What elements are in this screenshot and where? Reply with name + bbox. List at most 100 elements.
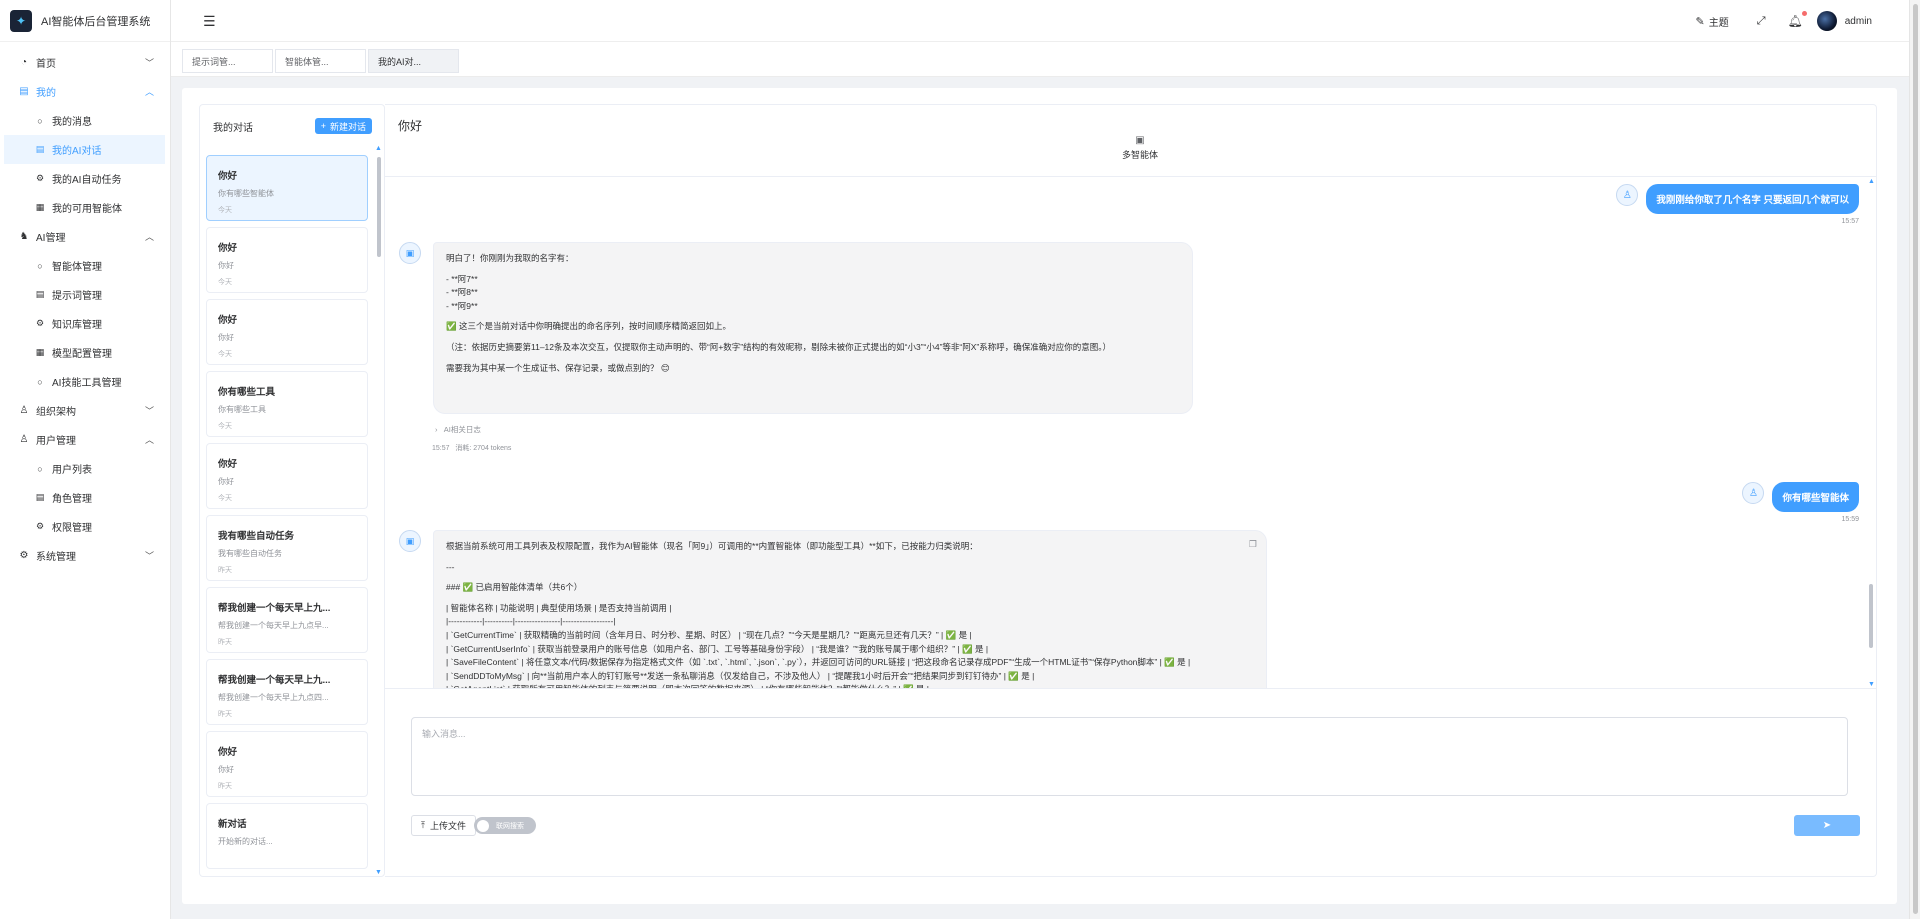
submenu-item-2-1[interactable]: ▤ 提示词管理 xyxy=(0,280,164,309)
submenu-icon: ○ xyxy=(37,115,43,126)
menu-item-1[interactable]: ▤ 我的 ︿ xyxy=(0,77,170,106)
tab-1[interactable]: 智能体管... xyxy=(275,49,366,73)
message-scrollbar-thumb[interactable] xyxy=(1869,584,1873,648)
message-line: - **阿7** xyxy=(446,273,478,284)
scroll-down-icon[interactable]: ▼ xyxy=(1868,681,1875,688)
message-line xyxy=(446,554,1254,561)
message-line: | `GetCurrentUserInfo` | 获取当前登录用户的账号信息（如… xyxy=(446,643,989,654)
submenu-icon: ▦ xyxy=(35,202,45,212)
conversation-item[interactable]: 帮我创建一个每天早上九... 帮我创建一个每天早上九点早... 昨天 xyxy=(206,587,368,653)
conversation-item[interactable]: 你好 你好 今天 xyxy=(206,443,368,509)
conversation-title: 你好 xyxy=(218,459,238,470)
send-button[interactable]: ➤ xyxy=(1794,815,1860,836)
conversation-preview: 帮我创建一个每天早上九点早... xyxy=(218,621,329,630)
message-line xyxy=(446,574,1254,581)
submenu-icon: ○ xyxy=(37,260,43,271)
conversation-item[interactable]: 我有哪些自动任务 我有哪些自动任务 昨天 xyxy=(206,515,368,581)
logo[interactable]: ✦ AI智能体后台管理系统 xyxy=(0,0,170,42)
copy-icon[interactable]: ❐ xyxy=(1249,538,1257,552)
message-line: - **阿9** xyxy=(446,300,478,311)
conversation-title: 新对话 xyxy=(218,819,247,830)
message-time: 15:57 xyxy=(432,445,450,452)
menu-item-5[interactable]: ⚙ 系统管理 ﹀ xyxy=(0,541,170,570)
agent-selector[interactable]: ▣ 多智能体 xyxy=(1110,135,1170,161)
user-name[interactable]: admin xyxy=(1845,16,1872,27)
submenu-item-1-0[interactable]: ○ 我的消息 xyxy=(0,106,164,135)
conversation-panel: 我的对话 + 新建对话 你好 你有哪些智能体 今天 你好 你好 今天 你好 你好 今天 你有哪些工… xyxy=(199,104,385,877)
conversation-item[interactable]: 你好 你好 今天 xyxy=(206,299,368,365)
conversation-item[interactable]: 你好 你好 昨天 xyxy=(206,731,368,797)
conversation-item[interactable]: 你有哪些工具 你有哪些工具 今天 xyxy=(206,371,368,437)
tab-2[interactable]: 我的AI对... xyxy=(368,49,459,73)
submenu-item-4-0[interactable]: ○ 用户列表 xyxy=(0,454,164,483)
menu-item-4[interactable]: ♙ 用户管理 ︿ xyxy=(0,425,170,454)
submenu-item-label: 角色管理 xyxy=(52,494,92,505)
conversation-preview: 帮我创建一个每天早上九点四... xyxy=(218,693,329,702)
message-list: ♙ 我刚刚给你取了几个名字 只要返回几个就可以 15:57 ▣ 明白了！你刚刚为… xyxy=(385,178,1863,688)
submenu-item-2-3[interactable]: ▦ 模型配置管理 xyxy=(0,338,164,367)
scroll-up-icon[interactable]: ▲ xyxy=(1868,178,1875,185)
conversation-time: 今天 xyxy=(218,207,232,214)
menu-icon: ◔ xyxy=(20,57,28,68)
page-scrollbar-thumb[interactable] xyxy=(1913,4,1918,914)
message-line: ✅ 这三个是当前对话中你明确提出的命名序列，按时间顺序精简返回如上。 xyxy=(446,321,731,332)
scroll-down-icon[interactable]: ▼ xyxy=(375,869,382,876)
new-conversation-button[interactable]: + 新建对话 xyxy=(314,118,372,134)
message-line: --- xyxy=(446,561,455,572)
message-line xyxy=(446,334,1180,341)
submenu-item-4-1[interactable]: ▤ 角色管理 xyxy=(0,483,164,512)
tab-0[interactable]: 提示词管... xyxy=(182,49,273,73)
user-avatar[interactable] xyxy=(1816,11,1837,31)
menu-icon: ♙ xyxy=(19,434,29,445)
ai-log-label: AI相关日志 xyxy=(443,425,481,434)
submenu-item-1-3[interactable]: ▦ 我的可用智能体 xyxy=(0,193,164,222)
submenu-item-2-0[interactable]: ○ 智能体管理 xyxy=(0,251,164,280)
message-input[interactable]: 输入消息... xyxy=(411,717,1848,796)
fullscreen-icon[interactable]: ⤢ xyxy=(1757,15,1766,28)
message-line: 根据当前系统可用工具列表及权限配置，我作为AI智能体（现名「阿9」）可调用的**… xyxy=(446,541,978,551)
scroll-up-icon[interactable]: ▲ xyxy=(375,145,382,152)
submenu-item-4-2[interactable]: ⚙ 权限管理 xyxy=(0,512,164,541)
submenu-icon: ⚙ xyxy=(35,521,45,531)
collapse-sidebar-icon[interactable]: ☰ xyxy=(203,13,216,30)
conversation-item[interactable]: 你好 你好 今天 xyxy=(206,227,368,293)
menu-item-2[interactable]: ♞ AI管理 ︿ xyxy=(0,222,170,251)
upload-icon: ⤒ xyxy=(421,820,425,830)
submenu-item-1-1[interactable]: ▤ 我的AI对话 xyxy=(4,135,165,164)
menu-icon: ▤ xyxy=(19,86,29,97)
menu-item-3[interactable]: ♙ 组织架构 ﹀ xyxy=(0,396,170,425)
conversation-scrollbar[interactable]: ▲ ▼ xyxy=(375,145,382,876)
agent-selector-label: 多智能体 xyxy=(1121,150,1158,160)
conversation-preview: 你好 xyxy=(218,333,234,342)
submenu-item-label: 智能体管理 xyxy=(52,262,102,273)
upload-file-button[interactable]: ⤒ 上传文件 xyxy=(411,815,476,836)
message-line xyxy=(446,266,1180,273)
submenu-item-label: 我的AI自动任务 xyxy=(52,175,122,186)
submenu-item-2-2[interactable]: ⚙ 知识库管理 xyxy=(0,309,164,338)
user-avatar-icon: ♙ xyxy=(1616,184,1639,206)
page-tabs: 提示词管... 智能体管... 我的AI对... xyxy=(171,42,1909,77)
notification-bell-icon[interactable]: 🔔︎ xyxy=(1788,11,1807,28)
submenu-item-label: 我的消息 xyxy=(52,117,92,128)
page-scrollbar[interactable] xyxy=(1909,0,1920,919)
conversation-panel-title: 我的对话 xyxy=(213,122,253,134)
theme-label: 主题 xyxy=(1708,17,1729,29)
conversation-scrollbar-thumb[interactable] xyxy=(377,157,381,257)
message-scrollbar[interactable]: ▲ ▼ xyxy=(1867,178,1875,688)
submenu-item-2-4[interactable]: ○ AI技能工具管理 xyxy=(0,367,164,396)
new-conversation-label: 新建对话 xyxy=(329,121,366,132)
submenu-item-label: 我的AI对话 xyxy=(52,146,102,157)
menu-item-0[interactable]: ◔ 首页 ﹀ xyxy=(0,48,170,77)
ai-log-toggle[interactable]: › AI相关日志 xyxy=(435,424,481,435)
brush-icon: ✎ xyxy=(1695,15,1705,28)
conversation-preview: 你好 xyxy=(218,765,234,774)
conversation-item[interactable]: 新对话 开始新的对话... xyxy=(206,803,368,869)
theme-button[interactable]: ✎ 主题 xyxy=(1695,14,1728,29)
main-card: 我的对话 + 新建对话 你好 你有哪些智能体 今天 你好 你好 今天 你好 你好 今天 你有哪些工… xyxy=(182,88,1897,904)
conversation-item[interactable]: 帮我创建一个每天早上九... 帮我创建一个每天早上九点四... 昨天 xyxy=(206,659,368,725)
submenu-item-1-2[interactable]: ⚙ 我的AI自动任务 xyxy=(0,164,164,193)
conversation-item[interactable]: 你好 你有哪些智能体 今天 xyxy=(206,155,368,221)
conversation-preview: 你有哪些智能体 xyxy=(218,189,274,198)
top-header: ☰ ✎ 主题 ⤢ 🔔︎ admin xyxy=(171,0,1920,42)
web-search-toggle[interactable]: 联网搜索 xyxy=(474,817,536,834)
